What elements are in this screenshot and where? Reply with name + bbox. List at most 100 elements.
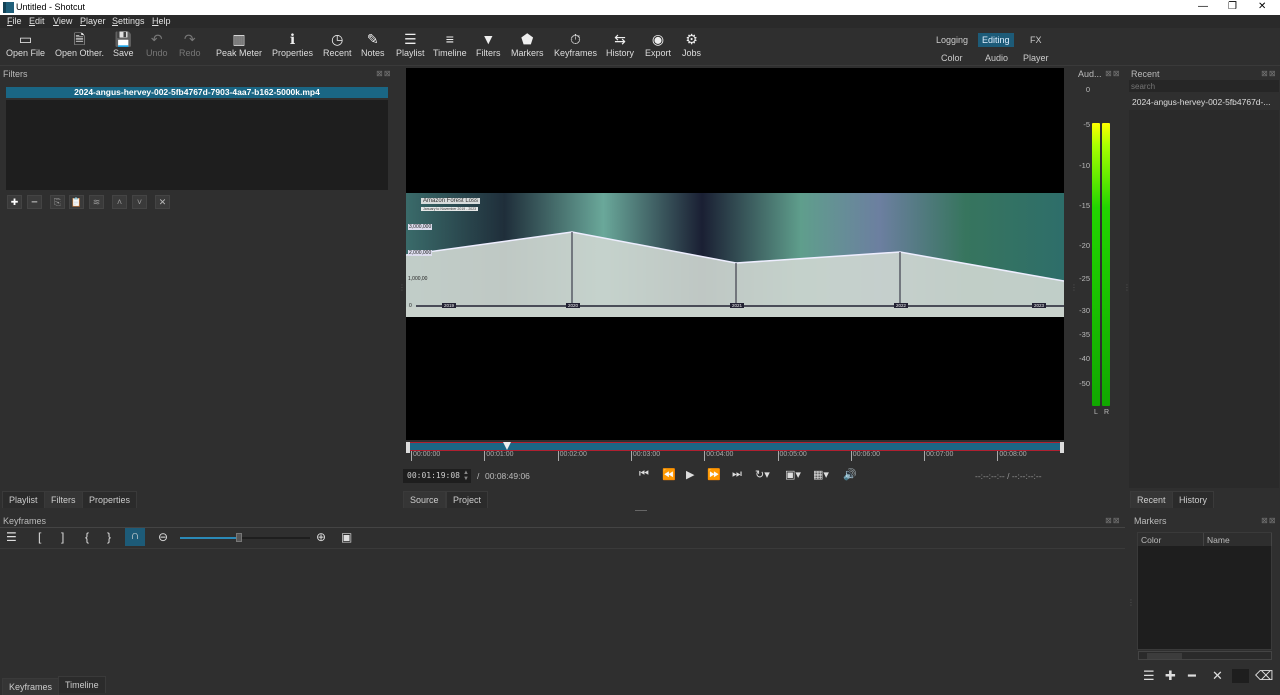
- chart-xtick-3: 2022: [894, 303, 909, 308]
- volume-button[interactable]: 🔊: [843, 468, 857, 481]
- seek-in-icon[interactable]: {: [85, 530, 89, 544]
- remove-marker-icon[interactable]: ━: [1188, 668, 1196, 684]
- timeline-button[interactable]: ≡ Timeline: [433, 30, 467, 58]
- minimize-icon[interactable]: —: [1198, 1, 1208, 12]
- properties-button[interactable]: ℹ Properties: [272, 30, 313, 58]
- deselect-filter-button[interactable]: ✕: [155, 195, 170, 209]
- layout-fx[interactable]: FX: [1026, 33, 1046, 47]
- audio-panel-float-close-icon[interactable]: ⊠⊠: [1105, 69, 1120, 78]
- snap-magnet-icon[interactable]: ∩: [125, 528, 145, 546]
- restore-icon[interactable]: ❐: [1228, 1, 1237, 12]
- menu-settings[interactable]: Settings: [112, 16, 145, 26]
- recent-search-input[interactable]: [1129, 80, 1279, 92]
- markers-col-color[interactable]: Color: [1138, 533, 1204, 546]
- rewind-button[interactable]: ⏪: [662, 468, 676, 481]
- splitter-handle[interactable]: ⋮: [1070, 283, 1078, 292]
- splitter-handle[interactable]: [635, 510, 647, 511]
- markers-hscrollbar[interactable]: [1138, 651, 1272, 660]
- seek-previous-keyframe-icon[interactable]: [: [38, 530, 41, 544]
- jobs-button[interactable]: ⚙ Jobs: [682, 30, 701, 58]
- skip-previous-button[interactable]: ⏮: [639, 468, 649, 481]
- menu-help[interactable]: Help: [152, 16, 171, 26]
- tab-source[interactable]: Source: [403, 491, 446, 508]
- grid-button[interactable]: ▦▾: [813, 468, 829, 481]
- add-filter-button[interactable]: ✚: [7, 195, 22, 209]
- tab-recent[interactable]: Recent: [1130, 491, 1173, 508]
- menu-player[interactable]: Player: [80, 16, 106, 26]
- markers-menu-icon[interactable]: ☰: [1143, 668, 1155, 684]
- tab-timeline[interactable]: Timeline: [58, 676, 106, 693]
- splitter-handle[interactable]: ⋮: [398, 283, 406, 292]
- playlist-button[interactable]: ☰ Playlist: [396, 30, 425, 58]
- zoom-out-icon[interactable]: ⊖: [158, 530, 168, 544]
- export-button[interactable]: ◉ Export: [645, 30, 671, 58]
- markers-col-name[interactable]: Name: [1204, 533, 1272, 546]
- filters-button[interactable]: ▼ Filters: [476, 30, 501, 58]
- playhead-icon[interactable]: [502, 442, 511, 450]
- open-other-button[interactable]: 🗎 Open Other.: [55, 30, 104, 58]
- fast-forward-button[interactable]: ⏩: [707, 468, 721, 481]
- peak-meter-button[interactable]: ▥ Peak Meter: [216, 30, 262, 58]
- splitter-handle[interactable]: ⋮: [1123, 283, 1131, 292]
- remove-filter-button[interactable]: ━: [27, 195, 42, 209]
- tab-history[interactable]: History: [1172, 491, 1215, 508]
- paste-filter-button[interactable]: 📋: [69, 195, 84, 209]
- ruler-tick: 00:08:00: [997, 451, 1027, 461]
- tab-playlist[interactable]: Playlist: [2, 491, 45, 508]
- layout-logging[interactable]: Logging: [932, 33, 972, 47]
- panel-float-close-icon[interactable]: ⊠⊠: [376, 69, 391, 78]
- keyframes-button[interactable]: ⏱ Keyframes: [554, 30, 597, 58]
- menu-file[interactable]: File: [7, 16, 22, 26]
- tab-project[interactable]: Project: [446, 491, 489, 508]
- layout-audio[interactable]: Audio: [981, 51, 1012, 65]
- notes-button[interactable]: ✎ Notes: [361, 30, 385, 58]
- tab-filters[interactable]: Filters: [44, 491, 83, 508]
- position-timecode-input[interactable]: 00:01:19:08: [403, 469, 471, 483]
- redo-button[interactable]: ↷ Redo: [179, 30, 201, 58]
- seek-out-icon[interactable]: }: [107, 530, 111, 544]
- timecode-spinner-icon[interactable]: ▲ ▼: [463, 470, 469, 482]
- meter-scale-label: -50: [1079, 379, 1090, 388]
- recent-panel-float-close-icon[interactable]: ⊠⊠: [1261, 69, 1276, 78]
- out-point-marker-icon[interactable]: [1060, 442, 1064, 453]
- open-file-button[interactable]: ▭ Open File: [6, 30, 45, 58]
- zoom-fit-button[interactable]: ▣▾: [785, 468, 801, 481]
- filter-stack-button[interactable]: ≋: [89, 195, 104, 209]
- markers-panel-float-close-icon[interactable]: ⊠⊠: [1261, 516, 1276, 525]
- undo-button[interactable]: ↶ Undo: [146, 30, 168, 58]
- marker-search-input[interactable]: [1232, 669, 1249, 683]
- tab-keyframes[interactable]: Keyframes: [2, 678, 60, 695]
- tab-properties[interactable]: Properties: [82, 491, 138, 508]
- keyframes-zoom-handle[interactable]: [235, 533, 242, 542]
- layout-color[interactable]: Color: [937, 51, 967, 65]
- zoom-fit-icon[interactable]: ▣: [341, 530, 352, 544]
- add-marker-icon[interactable]: ✚: [1165, 668, 1176, 684]
- keyframes-panel-float-close-icon[interactable]: ⊠⊠: [1105, 516, 1120, 525]
- skip-next-button[interactable]: ⏭: [732, 468, 742, 481]
- menu-edit[interactable]: Edit: [29, 16, 45, 26]
- close-icon[interactable]: ✕: [1258, 1, 1266, 12]
- scrollbar-thumb[interactable]: [1147, 653, 1182, 659]
- play-button[interactable]: ▶: [686, 468, 694, 481]
- layout-editing[interactable]: Editing: [978, 33, 1014, 47]
- splitter-handle[interactable]: ⋮: [1127, 598, 1135, 607]
- layout-player[interactable]: Player: [1019, 51, 1053, 65]
- filters-list[interactable]: [6, 100, 388, 190]
- history-button[interactable]: ⇆ History: [606, 30, 634, 58]
- move-filter-down-button[interactable]: ˅: [132, 195, 147, 209]
- in-point-marker-icon[interactable]: [406, 442, 410, 453]
- save-button[interactable]: 💾 Save: [113, 30, 134, 58]
- markers-table[interactable]: Color Name: [1137, 532, 1272, 650]
- recent-list-item[interactable]: 2024-angus-hervey-002-5fb4767d-...: [1132, 97, 1270, 107]
- seek-next-keyframe-icon[interactable]: ]: [61, 530, 64, 544]
- copy-filter-button[interactable]: ⎘: [50, 195, 65, 209]
- keyframes-menu-icon[interactable]: ☰: [6, 530, 17, 544]
- move-filter-up-button[interactable]: ˄: [112, 195, 127, 209]
- recent-button[interactable]: ◷ Recent: [323, 30, 352, 58]
- clear-search-icon[interactable]: ⌫: [1255, 668, 1273, 684]
- loop-button[interactable]: ↻▾: [755, 468, 770, 481]
- menu-view[interactable]: View: [53, 16, 72, 26]
- zoom-in-icon[interactable]: ⊕: [316, 530, 326, 544]
- markers-button[interactable]: ⬟ Markers: [511, 30, 544, 58]
- clear-markers-icon[interactable]: ✕: [1212, 668, 1223, 684]
